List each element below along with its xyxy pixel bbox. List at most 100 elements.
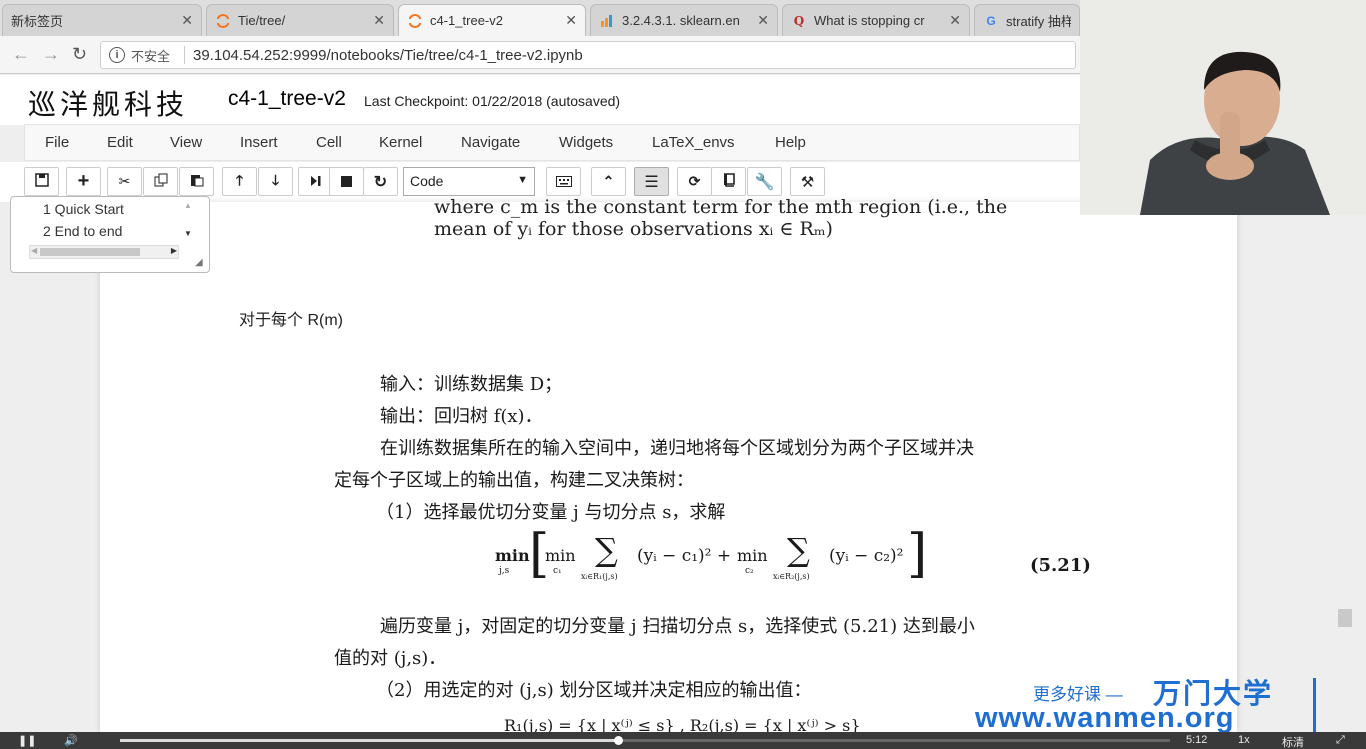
markdown-text-line: mean of yᵢ for those observations xᵢ ∈ R… — [434, 218, 833, 240]
move-down-button[interactable]: 🡓 — [258, 167, 293, 196]
url-text: 39.104.54.252:9999/notebooks/Tie/tree/c4… — [193, 46, 583, 64]
menu-view[interactable]: View — [170, 134, 202, 151]
volume-icon[interactable]: 🔊 — [64, 734, 78, 747]
formula-subscript: c₁ — [553, 566, 562, 576]
close-icon[interactable]: ✕ — [565, 12, 577, 29]
command-palette-button[interactable] — [546, 167, 581, 196]
restart-icon: ↻ — [373, 173, 388, 191]
notebook-name[interactable]: c4-1_tree-v2 — [228, 87, 346, 111]
hammer-button[interactable]: ⚒ — [790, 167, 825, 196]
paste-button[interactable] — [179, 167, 214, 196]
paste-icon — [190, 173, 204, 190]
cut-button[interactable]: ✂ — [107, 167, 142, 196]
sklearn-icon — [599, 13, 615, 29]
book-line: 输入：训练数据集 D； — [380, 374, 563, 395]
copy-button[interactable] — [143, 167, 178, 196]
toc-vertical-scrollbar[interactable]: ▲ ▼ — [181, 201, 197, 245]
restart-button[interactable]: ↻ — [363, 167, 398, 196]
page-scrollbar[interactable] — [1336, 215, 1352, 732]
sum-symbol: ∑ — [595, 531, 618, 569]
tab-c4-1-tree-v2[interactable]: c4-1_tree-v2 ✕ — [398, 4, 586, 36]
menu-help[interactable]: Help — [775, 134, 806, 151]
book-line: 定每个子区域上的输出值，构建二叉决策树： — [334, 470, 694, 491]
wrench-icon: 🔧 — [754, 173, 775, 191]
separator — [184, 46, 186, 64]
interrupt-button[interactable] — [329, 167, 364, 196]
chevron-left-icon[interactable]: ◀ — [31, 246, 37, 255]
cell-type-select[interactable]: Code ▼ — [403, 167, 535, 196]
close-icon[interactable]: ✕ — [949, 12, 961, 29]
toc-item-quick-start[interactable]: 1 Quick Start — [43, 201, 124, 217]
menu-cell[interactable]: Cell — [316, 134, 342, 151]
menu-latex-envs[interactable]: LaTeX_envs — [652, 134, 735, 151]
arrow-down-icon: 🡓 — [271, 171, 280, 188]
menubar: File Edit View Insert Cell Kernel Naviga… — [24, 124, 1080, 161]
progress-track[interactable] — [120, 736, 1170, 745]
quality-button[interactable]: 标清 — [1282, 734, 1304, 749]
tab-title: stratify 抽样 — [1006, 14, 1071, 29]
close-icon[interactable]: ✕ — [181, 12, 193, 29]
reload-icon[interactable]: ↻ — [72, 44, 87, 65]
quora-icon: Q — [793, 13, 805, 28]
sum-symbol: ∑ — [787, 531, 810, 569]
move-up-button[interactable]: 🡑 — [222, 167, 257, 196]
book-icon — [722, 173, 735, 190]
tab-sklearn[interactable]: 3.2.4.3.1. sklearn.en ✕ — [590, 4, 778, 36]
toc-horizontal-scrollbar[interactable]: ◀ ▶ — [29, 245, 179, 259]
toc-item-end-to-end[interactable]: 2 End to end — [43, 223, 122, 239]
speed-button[interactable]: 1x — [1238, 734, 1250, 746]
menu-widgets[interactable]: Widgets — [559, 134, 613, 151]
menu-file[interactable]: File — [45, 134, 69, 151]
url-input[interactable]: i 不安全 39.104.54.252:9999/notebooks/Tie/t… — [100, 41, 1076, 69]
formula-term: (yᵢ − c₁)² + — [637, 546, 732, 566]
fullscreen-icon[interactable]: ⤢ — [1336, 734, 1345, 747]
book-button[interactable] — [711, 167, 746, 196]
scissors-icon: ✂ — [118, 173, 131, 189]
formula-subscript: c₂ — [745, 566, 754, 576]
pause-icon[interactable]: ❚❚ — [18, 734, 36, 747]
tab-google-stratify[interactable]: G stratify 抽样 — [974, 4, 1080, 36]
info-icon[interactable]: i — [109, 47, 125, 63]
chevron-down-icon[interactable]: ▼ — [184, 229, 192, 238]
close-icon[interactable]: ✕ — [373, 12, 385, 29]
scroll-thumb[interactable] — [40, 248, 140, 256]
progress-handle[interactable] — [614, 736, 623, 745]
close-icon[interactable]: ✕ — [757, 12, 769, 29]
tab-quora[interactable]: Q What is stopping cr ✕ — [782, 4, 970, 36]
hammer-icon: ⚒ — [800, 173, 815, 191]
keyboard-icon — [555, 174, 572, 190]
toc-toggle-button[interactable]: ☰ — [634, 167, 669, 196]
tab-new-tab[interactable]: 新标签页 ✕ — [2, 4, 202, 36]
refresh-icon: ⟳ — [688, 173, 701, 189]
menu-edit[interactable]: Edit — [107, 134, 133, 151]
chevron-up-icon: ⌃ — [602, 173, 615, 189]
menu-kernel[interactable]: Kernel — [379, 134, 422, 151]
save-button[interactable] — [24, 167, 59, 196]
caret-down-icon: ▼ — [517, 174, 528, 186]
watermark-url: www.wanmen.org — [975, 702, 1235, 734]
tab-title: 3.2.4.3.1. sklearn.en — [622, 13, 740, 28]
menu-navigate[interactable]: Navigate — [461, 134, 520, 151]
plus-icon: + — [77, 170, 90, 192]
jupyter-icon — [215, 13, 231, 29]
resize-grip-icon[interactable]: ◢ — [195, 257, 203, 268]
scroll-thumb[interactable] — [1338, 609, 1352, 627]
book-line: 输出：回归树 f(x)． — [380, 406, 543, 427]
refresh-button[interactable]: ⟳ — [677, 167, 712, 196]
address-bar: ← → ↻ i 不安全 39.104.54.252:9999/notebooks… — [0, 36, 1080, 74]
chevron-right-icon[interactable]: ▶ — [171, 246, 177, 255]
notebook-header: 巡洋舰科技 c4-1_tree-v2 Last Checkpoint: 01/2… — [0, 75, 1080, 125]
run-button[interactable] — [298, 167, 333, 196]
collapse-up-button[interactable]: ⌃ — [591, 167, 626, 196]
forward-icon[interactable]: → — [42, 44, 60, 65]
menu-insert[interactable]: Insert — [240, 134, 278, 151]
logo: 巡洋舰科技 — [28, 88, 189, 121]
chevron-up-icon[interactable]: ▲ — [184, 201, 192, 210]
settings-button[interactable]: 🔧 — [747, 167, 782, 196]
notebook-area: where c_m is the constant term for the m… — [0, 196, 1366, 735]
tab-tie-tree[interactable]: Tie/tree/ ✕ — [206, 4, 394, 36]
formula-subscript: xᵢ∈R₁(j,s) — [581, 572, 618, 581]
add-cell-button[interactable]: + — [66, 167, 101, 196]
copy-icon — [154, 173, 168, 190]
back-icon[interactable]: ← — [12, 44, 30, 65]
